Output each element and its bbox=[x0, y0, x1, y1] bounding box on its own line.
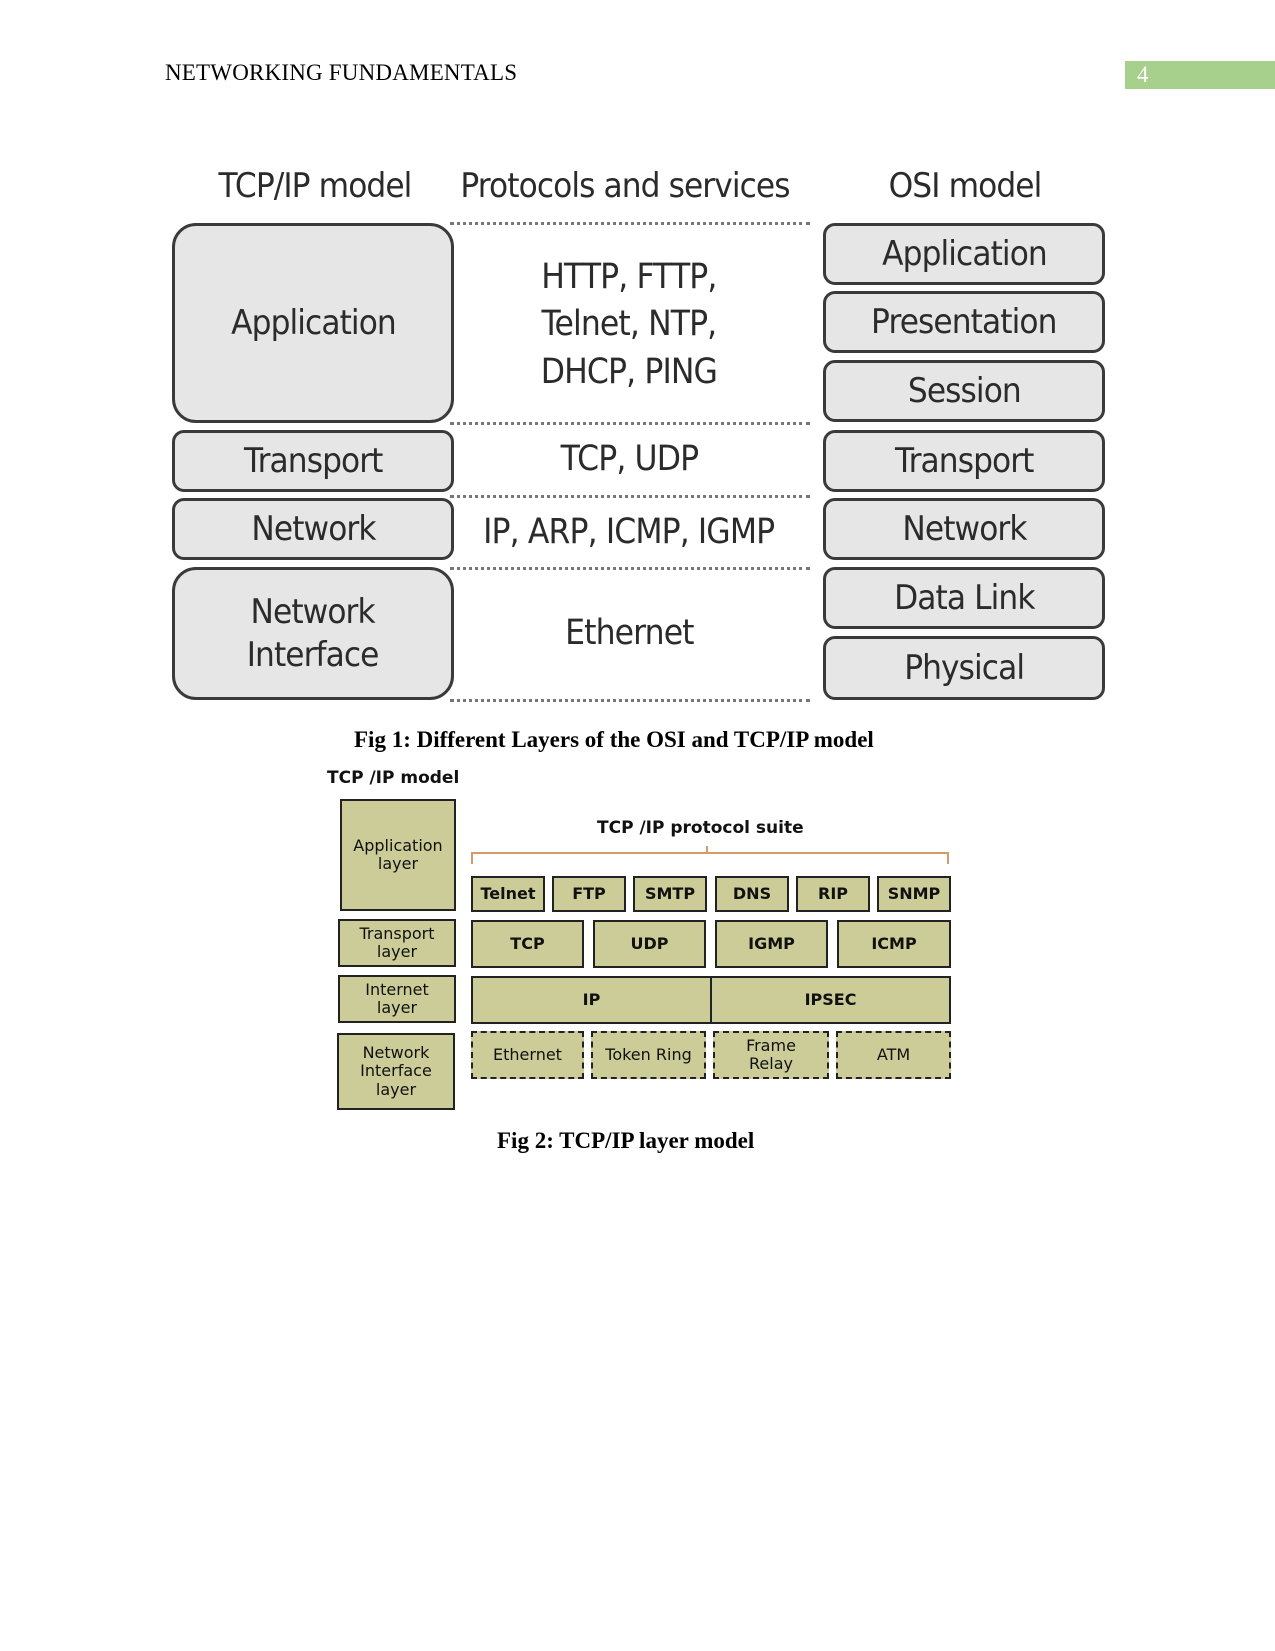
page-number: 4 bbox=[1137, 62, 1149, 87]
protocols-text: IP, ARP, ICMP, IGMP bbox=[483, 512, 775, 553]
protocols-network-interface: Ethernet bbox=[453, 570, 805, 698]
tcpip-layer-network: Network bbox=[172, 498, 454, 560]
layer-label: Transport bbox=[894, 440, 1034, 481]
divider-dotted bbox=[450, 699, 810, 702]
protocols-application: HTTP, FTTP, Telnet, NTP, DHCP, PING bbox=[453, 228, 805, 422]
protocols-text: HTTP, FTTP, Telnet, NTP, DHCP, PING bbox=[540, 257, 718, 392]
osi-layer-physical: Physical bbox=[823, 636, 1105, 700]
layer-label: Network bbox=[250, 508, 376, 549]
protocol-snmp: SNMP bbox=[877, 876, 951, 912]
protocols-text: Ethernet bbox=[564, 613, 694, 654]
layer-label: Data Link bbox=[893, 577, 1035, 618]
protocol-ftp: FTP bbox=[552, 876, 626, 912]
protocol-tcp: TCP bbox=[471, 920, 584, 968]
tcpip-layer-transport: Transport bbox=[172, 430, 454, 492]
protocols-text: TCP, UDP bbox=[560, 439, 698, 480]
figure1-caption: Fig 1: Different Layers of the OSI and T… bbox=[354, 727, 874, 752]
protocols-transport: TCP, UDP bbox=[453, 426, 805, 494]
figure2-caption: Fig 2: TCP/IP layer model bbox=[497, 1128, 755, 1153]
protocol-dns: DNS bbox=[715, 876, 789, 912]
divider-dotted bbox=[450, 422, 810, 425]
protocol-udp: UDP bbox=[593, 920, 706, 968]
heading-osi-model: OSI model bbox=[888, 166, 1043, 206]
protocol-telnet: Telnet bbox=[471, 876, 545, 912]
osi-layer-network: Network bbox=[823, 498, 1105, 560]
protocol-icmp: ICMP bbox=[837, 920, 951, 968]
layer-label: Physical bbox=[904, 647, 1025, 688]
tcpip-model-title: TCP /IP model bbox=[327, 768, 460, 788]
layer-label: Application bbox=[230, 302, 397, 343]
osi-layer-data-link: Data Link bbox=[823, 567, 1105, 629]
protocol-atm: ATM bbox=[836, 1031, 951, 1079]
protocol-ipsec: IPSEC bbox=[710, 976, 951, 1024]
protocol-token-ring: Token Ring bbox=[591, 1031, 706, 1079]
heading-protocols-services: Protocols and services bbox=[460, 166, 790, 206]
protocols-network: IP, ARP, ICMP, IGMP bbox=[453, 498, 805, 568]
layer-label: Network bbox=[901, 508, 1027, 549]
protocol-ip: IP bbox=[471, 976, 712, 1024]
osi-layer-session: Session bbox=[823, 360, 1105, 422]
layer-internet: Internet layer bbox=[338, 975, 456, 1023]
figure-tcpip-layer-model: TCP /IP model TCP /IP protocol suite App… bbox=[325, 768, 955, 1113]
layer-label: Transport bbox=[243, 440, 383, 481]
protocol-rip: RIP bbox=[796, 876, 870, 912]
divider-dotted bbox=[450, 222, 810, 225]
protocol-frame-relay: Frame Relay bbox=[713, 1031, 829, 1079]
protocol-smtp: SMTP bbox=[633, 876, 707, 912]
layer-network-interface: Network Interface layer bbox=[337, 1033, 455, 1110]
osi-layer-transport: Transport bbox=[823, 430, 1105, 492]
layer-label: Presentation bbox=[871, 301, 1057, 342]
running-header-title: NETWORKING FUNDAMENTALS bbox=[165, 60, 518, 85]
layer-label: Application bbox=[881, 233, 1048, 274]
protocol-suite-bracket bbox=[471, 852, 949, 864]
tcpip-layer-network-interface: Network Interface bbox=[172, 567, 454, 700]
layer-application: Application layer bbox=[340, 799, 456, 911]
protocol-ethernet: Ethernet bbox=[471, 1031, 584, 1079]
layer-transport: Transport layer bbox=[338, 919, 456, 967]
layer-label: Network Interface bbox=[247, 592, 380, 675]
protocol-igmp: IGMP bbox=[715, 920, 828, 968]
heading-tcpip-model: TCP/IP model bbox=[218, 166, 413, 206]
osi-layer-presentation: Presentation bbox=[823, 291, 1105, 353]
layer-label: Session bbox=[907, 370, 1022, 411]
page-number-band: 4 bbox=[1125, 61, 1275, 89]
tcpip-layer-application: Application bbox=[172, 223, 454, 423]
osi-layer-application: Application bbox=[823, 223, 1105, 285]
figure-osi-tcpip-comparison: TCP/IP model Protocols and services OSI … bbox=[160, 160, 1115, 705]
protocol-suite-label: TCP /IP protocol suite bbox=[597, 818, 804, 838]
